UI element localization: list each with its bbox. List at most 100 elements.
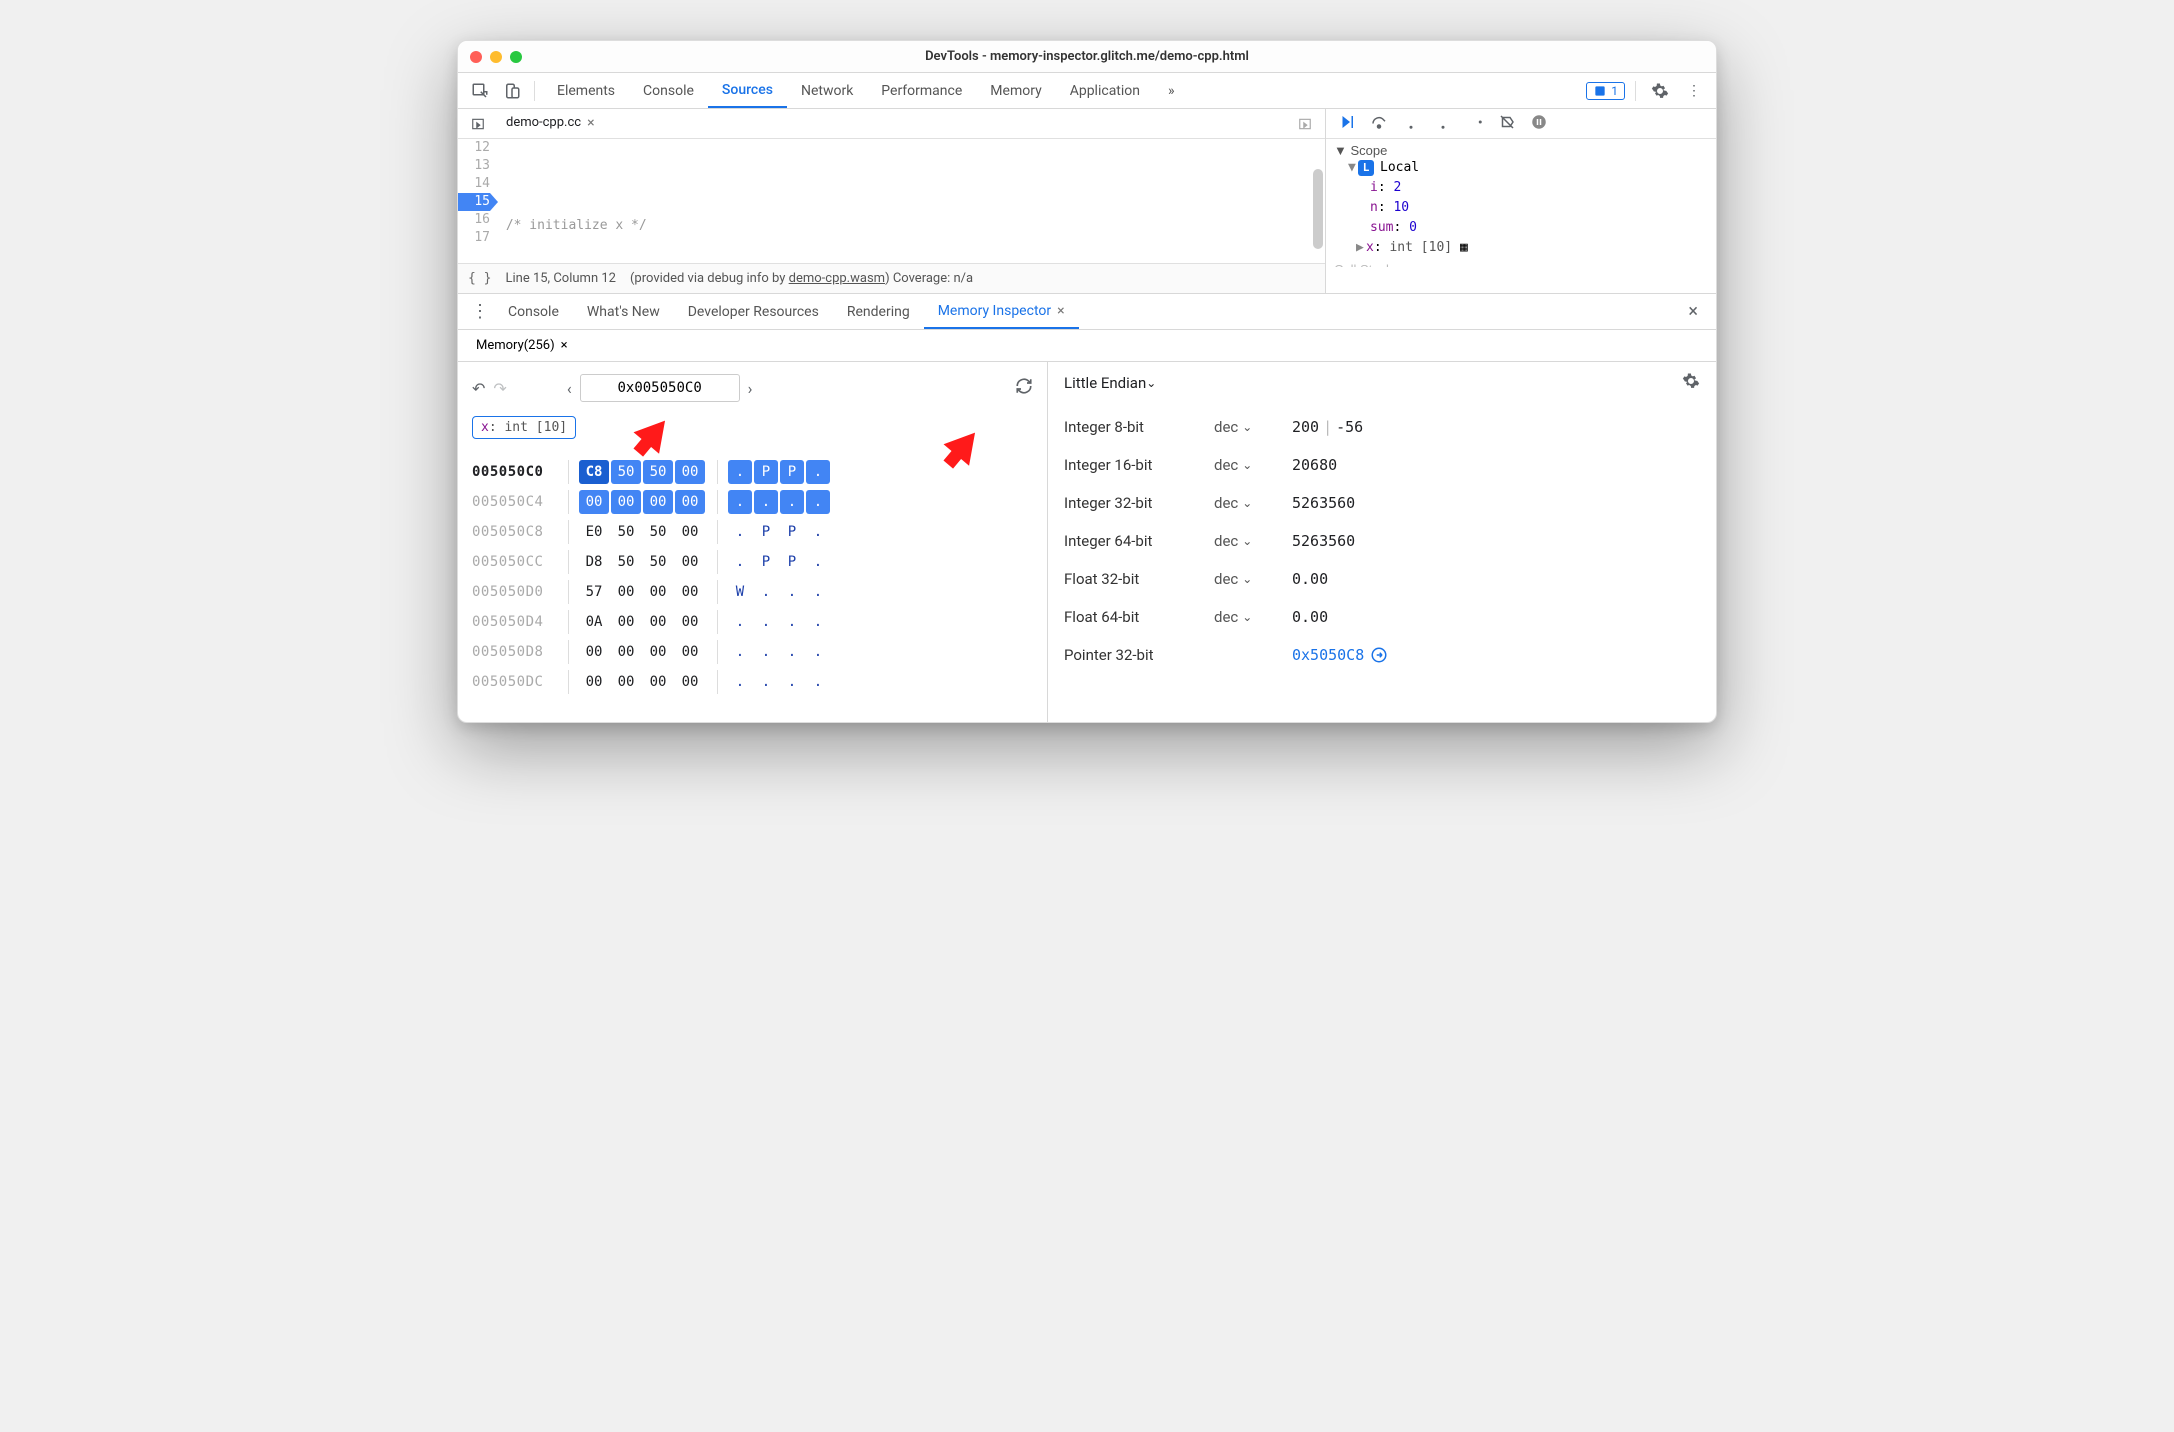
scope-var-n[interactable]: n: 10 bbox=[1334, 198, 1708, 218]
hex-row[interactable]: 005050D40A000000.... bbox=[472, 607, 1033, 637]
hex-ascii-char[interactable]: . bbox=[754, 670, 778, 694]
more-menu-icon[interactable]: ⋮ bbox=[1680, 77, 1708, 105]
hex-ascii-char[interactable]: P bbox=[754, 520, 778, 544]
hex-ascii-char[interactable]: P bbox=[780, 520, 804, 544]
step-into-button[interactable] bbox=[1402, 113, 1420, 135]
hex-byte[interactable]: 00 bbox=[675, 550, 705, 574]
callstack-section-header[interactable]: Call Stack bbox=[1334, 262, 1708, 267]
drawer-menu-button[interactable]: ⋮ bbox=[466, 301, 494, 322]
hex-byte[interactable]: 00 bbox=[611, 580, 641, 604]
hex-ascii-char[interactable]: . bbox=[780, 640, 804, 664]
memory-chip-icon[interactable]: ▦ bbox=[1460, 240, 1468, 255]
hex-row[interactable]: 005050DC00000000.... bbox=[472, 667, 1033, 697]
hex-ascii-char[interactable]: . bbox=[780, 580, 804, 604]
settings-gear-icon[interactable] bbox=[1646, 77, 1674, 105]
navigator-toggle-icon[interactable] bbox=[464, 110, 492, 138]
address-input[interactable] bbox=[580, 374, 740, 402]
hex-ascii-char[interactable]: . bbox=[780, 610, 804, 634]
tab-sources[interactable]: Sources bbox=[708, 73, 787, 108]
hex-ascii-char[interactable]: W bbox=[728, 580, 752, 604]
hex-byte[interactable]: 50 bbox=[643, 550, 673, 574]
source-file-tab[interactable]: demo-cpp.cc × bbox=[496, 109, 605, 138]
wasm-link[interactable]: demo-cpp.wasm bbox=[789, 271, 885, 286]
close-drawer-button[interactable]: × bbox=[1678, 301, 1708, 322]
pointer-jump-link[interactable]: 0x5050C8 bbox=[1292, 646, 1388, 664]
hex-byte[interactable]: 00 bbox=[643, 670, 673, 694]
hex-ascii-char[interactable]: P bbox=[754, 460, 778, 484]
scope-var-i[interactable]: i: 2 bbox=[1334, 178, 1708, 198]
code-body[interactable]: 12 13 14 15 16 17 /* initialize x */ for… bbox=[458, 139, 1325, 263]
scrollbar[interactable] bbox=[1313, 169, 1323, 249]
hex-ascii-char[interactable]: . bbox=[806, 580, 830, 604]
hex-byte[interactable]: 50 bbox=[611, 550, 641, 574]
hex-ascii-char[interactable]: . bbox=[728, 610, 752, 634]
tab-elements[interactable]: Elements bbox=[543, 73, 629, 108]
hex-byte[interactable]: 00 bbox=[675, 670, 705, 694]
zoom-window-button[interactable] bbox=[510, 51, 522, 63]
hex-byte[interactable]: 50 bbox=[611, 520, 641, 544]
hex-byte[interactable]: 00 bbox=[675, 640, 705, 664]
hex-row[interactable]: 005050CCD8505000.PP. bbox=[472, 547, 1033, 577]
hex-byte[interactable]: 00 bbox=[675, 610, 705, 634]
deactivate-breakpoints-button[interactable] bbox=[1498, 113, 1516, 135]
encoding-selector[interactable]: dec ⌄ bbox=[1214, 456, 1292, 474]
hex-ascii-char[interactable]: . bbox=[728, 550, 752, 574]
hex-ascii-char[interactable]: . bbox=[754, 640, 778, 664]
step-over-button[interactable] bbox=[1370, 113, 1388, 135]
hex-ascii-char[interactable]: . bbox=[806, 670, 830, 694]
hex-byte[interactable]: 00 bbox=[611, 640, 641, 664]
inspect-element-icon[interactable] bbox=[466, 77, 494, 105]
hex-byte[interactable]: 50 bbox=[643, 520, 673, 544]
hex-byte[interactable]: 00 bbox=[611, 490, 641, 514]
encoding-selector[interactable]: dec ⌄ bbox=[1214, 418, 1292, 436]
hex-ascii-char[interactable]: . bbox=[728, 490, 752, 514]
hex-byte[interactable]: 00 bbox=[643, 640, 673, 664]
undo-button[interactable]: ↶ bbox=[472, 379, 485, 398]
hex-ascii-char[interactable]: . bbox=[806, 490, 830, 514]
minimize-window-button[interactable] bbox=[490, 51, 502, 63]
hex-ascii-char[interactable]: . bbox=[754, 610, 778, 634]
encoding-selector[interactable]: dec ⌄ bbox=[1214, 570, 1292, 588]
drawer-tab-whatsnew[interactable]: What's New bbox=[573, 294, 674, 329]
hex-ascii-char[interactable]: . bbox=[806, 640, 830, 664]
hex-byte[interactable]: 00 bbox=[611, 610, 641, 634]
scope-local-header[interactable]: ▼LLocal bbox=[1334, 158, 1708, 178]
hex-byte[interactable]: 00 bbox=[643, 580, 673, 604]
hex-ascii-char[interactable]: . bbox=[780, 670, 804, 694]
prev-page-button[interactable]: ‹ bbox=[567, 379, 572, 398]
tab-memory[interactable]: Memory bbox=[976, 73, 1055, 108]
value-settings-gear-icon[interactable] bbox=[1682, 372, 1700, 394]
next-page-button[interactable]: › bbox=[748, 379, 753, 398]
encoding-selector[interactable]: dec ⌄ bbox=[1214, 532, 1292, 550]
drawer-tab-rendering[interactable]: Rendering bbox=[833, 294, 924, 329]
hex-byte[interactable]: 00 bbox=[579, 670, 609, 694]
close-window-button[interactable] bbox=[470, 51, 482, 63]
refresh-button[interactable] bbox=[1015, 377, 1033, 399]
scope-var-x[interactable]: ▶x: int [10] ▦ bbox=[1334, 238, 1708, 258]
tracked-variable-badge[interactable]: x: int [10] bbox=[472, 416, 576, 439]
drawer-tab-memory-inspector[interactable]: Memory Inspector × bbox=[924, 294, 1079, 329]
close-file-icon[interactable]: × bbox=[587, 115, 594, 131]
hex-byte[interactable]: 00 bbox=[643, 490, 673, 514]
hex-ascii-char[interactable]: . bbox=[806, 550, 830, 574]
step-out-button[interactable] bbox=[1434, 113, 1452, 135]
hex-byte[interactable]: 00 bbox=[643, 610, 673, 634]
hex-byte[interactable]: C8 bbox=[579, 460, 609, 484]
hex-ascii-char[interactable]: P bbox=[754, 550, 778, 574]
redo-button[interactable]: ↷ bbox=[493, 379, 506, 398]
hex-byte[interactable]: 00 bbox=[579, 490, 609, 514]
issues-badge[interactable]: 1 bbox=[1586, 82, 1625, 100]
resume-button[interactable] bbox=[1338, 113, 1356, 135]
hex-byte[interactable]: E0 bbox=[579, 520, 609, 544]
hex-ascii-char[interactable]: . bbox=[780, 490, 804, 514]
hex-row[interactable]: 005050D800000000.... bbox=[472, 637, 1033, 667]
hex-ascii-char[interactable]: . bbox=[728, 460, 752, 484]
close-tab-icon[interactable]: × bbox=[1057, 303, 1064, 319]
hex-byte[interactable]: 0A bbox=[579, 610, 609, 634]
hex-ascii-char[interactable]: . bbox=[728, 520, 752, 544]
tabs-overflow-button[interactable]: » bbox=[1154, 73, 1189, 108]
hex-row[interactable]: 005050D057000000W... bbox=[472, 577, 1033, 607]
hex-byte[interactable]: 00 bbox=[675, 490, 705, 514]
tab-performance[interactable]: Performance bbox=[867, 73, 976, 108]
scope-var-sum[interactable]: sum: 0 bbox=[1334, 218, 1708, 238]
